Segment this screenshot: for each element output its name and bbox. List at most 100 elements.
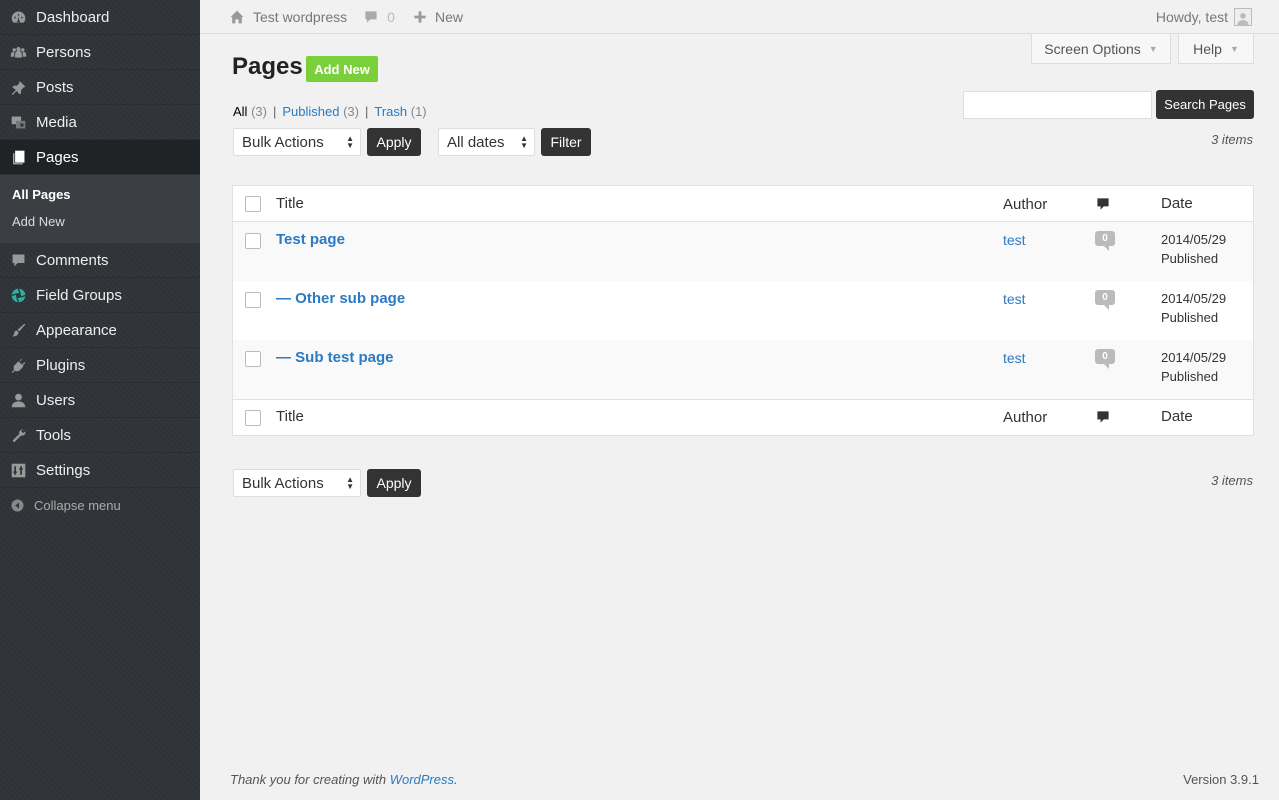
sidebar-item-media[interactable]: Media	[0, 105, 200, 140]
help-label: Help	[1193, 40, 1222, 57]
select-arrows-icon: ▲ ▼	[520, 134, 528, 150]
comments-column-icon[interactable]	[1095, 196, 1111, 215]
row-status: Published	[1161, 310, 1219, 325]
select-all-checkbox[interactable]	[245, 196, 261, 212]
sidebar-item-users[interactable]: Users	[0, 383, 200, 418]
plugin-icon	[0, 357, 36, 374]
filter-trash-label: Trash	[374, 104, 408, 119]
bulk-actions-select-top[interactable]: Bulk Actions ▲ ▼	[233, 128, 361, 156]
footer-thanks-suffix: .	[454, 772, 458, 787]
sidebar-item-persons[interactable]: Persons	[0, 35, 200, 70]
comment-bubble: 0	[1095, 290, 1115, 310]
persons-icon	[0, 44, 36, 61]
sidebar-item-tools[interactable]: Tools	[0, 418, 200, 453]
collapse-arrow-icon	[0, 498, 34, 513]
filter-trash[interactable]: Trash (1)	[374, 104, 426, 119]
comments-link[interactable]: 0	[363, 9, 395, 25]
comment-count-bubble[interactable]: 0	[1095, 349, 1115, 369]
sidebar-item-appearance[interactable]: Appearance	[0, 313, 200, 348]
table-row: Test page test 0 2014/05/29 Published	[233, 222, 1253, 281]
admin-sidebar: Dashboard Persons Posts Media Pages All …	[0, 0, 200, 800]
page-title: Pages	[232, 53, 303, 80]
new-label: New	[434, 8, 463, 25]
column-author-header: Author	[1003, 196, 1048, 213]
submenu-all-pages[interactable]: All Pages	[0, 181, 200, 208]
filter-all[interactable]: All (3)	[233, 104, 267, 119]
row-date-value: 2014/05/29	[1161, 291, 1227, 306]
search-pages-button[interactable]: Search Pages	[1156, 90, 1254, 119]
avatar	[1234, 7, 1252, 26]
filter-button[interactable]: Filter	[541, 128, 591, 156]
row-date: 2014/05/29 Published	[1161, 348, 1226, 386]
screen-options-button[interactable]: Screen Options ▼	[1031, 34, 1171, 64]
site-name-link[interactable]: Test wordpress	[229, 9, 347, 25]
filter-trash-count: (1)	[410, 104, 427, 119]
row-checkbox[interactable]	[245, 292, 261, 308]
row-title-link[interactable]: — Sub test page	[276, 349, 394, 366]
sidebar-item-comments[interactable]: Comments	[0, 243, 200, 278]
select-all-checkbox-footer[interactable]	[245, 410, 261, 426]
column-title-header[interactable]: Title	[276, 195, 304, 212]
bulk-actions-select-bottom[interactable]: Bulk Actions ▲ ▼	[233, 469, 361, 497]
sidebar-item-label: Media	[36, 113, 77, 131]
comment-icon	[365, 10, 377, 23]
column-title-footer[interactable]: Title	[276, 408, 304, 425]
table-header: Title Author Date	[233, 186, 1253, 222]
comment-bubble: 0	[1095, 349, 1115, 369]
row-date: 2014/05/29 Published	[1161, 230, 1226, 268]
sidebar-item-label: Pages	[36, 148, 79, 166]
comment-count-bubble[interactable]: 0	[1095, 231, 1115, 251]
sidebar-item-label: Dashboard	[36, 8, 110, 26]
column-date-footer[interactable]: Date	[1161, 408, 1193, 425]
pages-table: Title Author Date Test page test 0 2014/…	[232, 185, 1254, 436]
sidebar-item-label: Appearance	[36, 321, 117, 339]
comment-bubble: 0	[1095, 231, 1115, 251]
new-content-link[interactable]: New	[413, 9, 463, 25]
user-icon	[0, 392, 36, 409]
apply-button-bottom[interactable]: Apply	[367, 469, 421, 497]
footer-thanks: Thank you for creating with WordPress.	[230, 772, 458, 787]
sidebar-item-posts[interactable]: Posts	[0, 70, 200, 105]
sidebar-item-field-groups[interactable]: Field Groups	[0, 278, 200, 313]
sidebar-item-label: Comments	[36, 251, 109, 269]
plus-icon	[414, 10, 426, 23]
table-row: — Other sub page test 0 2014/05/29 Publis…	[233, 281, 1253, 340]
sidebar-item-label: Field Groups	[36, 286, 122, 304]
help-button[interactable]: Help ▼	[1178, 34, 1254, 64]
media-icon	[0, 114, 36, 131]
comment-count-bubble[interactable]: 0	[1095, 290, 1115, 310]
row-title-link[interactable]: — Other sub page	[276, 290, 405, 307]
filter-published-label: Published	[282, 104, 340, 119]
row-title-link[interactable]: Test page	[276, 231, 345, 248]
status-filters: All (3) | Published (3) | Trash (1)	[233, 104, 427, 119]
search-input[interactable]	[963, 91, 1152, 119]
sidebar-item-dashboard[interactable]: Dashboard	[0, 0, 200, 35]
submenu-add-new[interactable]: Add New	[0, 208, 200, 235]
row-author-link[interactable]: test	[1003, 291, 1026, 307]
filter-published[interactable]: Published (3)	[282, 104, 359, 119]
sidebar-item-settings[interactable]: Settings	[0, 453, 200, 488]
separator: |	[364, 104, 369, 119]
my-account-link[interactable]: Howdy, test	[1156, 7, 1252, 26]
pin-icon	[0, 79, 36, 96]
add-new-button[interactable]: Add New	[306, 56, 378, 82]
collapse-menu-button[interactable]: Collapse menu	[0, 488, 200, 522]
pages-submenu: All Pages Add New	[0, 175, 200, 243]
sidebar-item-plugins[interactable]: Plugins	[0, 348, 200, 383]
sidebar-item-label: Plugins	[36, 356, 86, 374]
apply-button-top[interactable]: Apply	[367, 128, 421, 156]
row-author-link[interactable]: test	[1003, 232, 1026, 248]
column-date-header[interactable]: Date	[1161, 195, 1193, 212]
wordpress-link[interactable]: WordPress	[390, 772, 454, 787]
table-row: — Sub test page test 0 2014/05/29 Publish…	[233, 340, 1253, 399]
select-arrows-icon: ▲ ▼	[346, 475, 354, 491]
sidebar-item-pages[interactable]: Pages	[0, 140, 200, 175]
caret-down-icon: ▼	[1229, 43, 1239, 54]
comments-column-icon[interactable]	[1095, 409, 1111, 428]
row-checkbox[interactable]	[245, 233, 261, 249]
row-checkbox[interactable]	[245, 351, 261, 367]
row-status: Published	[1161, 251, 1219, 266]
filter-all-label: All	[233, 104, 248, 119]
row-author-link[interactable]: test	[1003, 350, 1026, 366]
dates-select[interactable]: All dates ▲ ▼	[438, 128, 535, 156]
